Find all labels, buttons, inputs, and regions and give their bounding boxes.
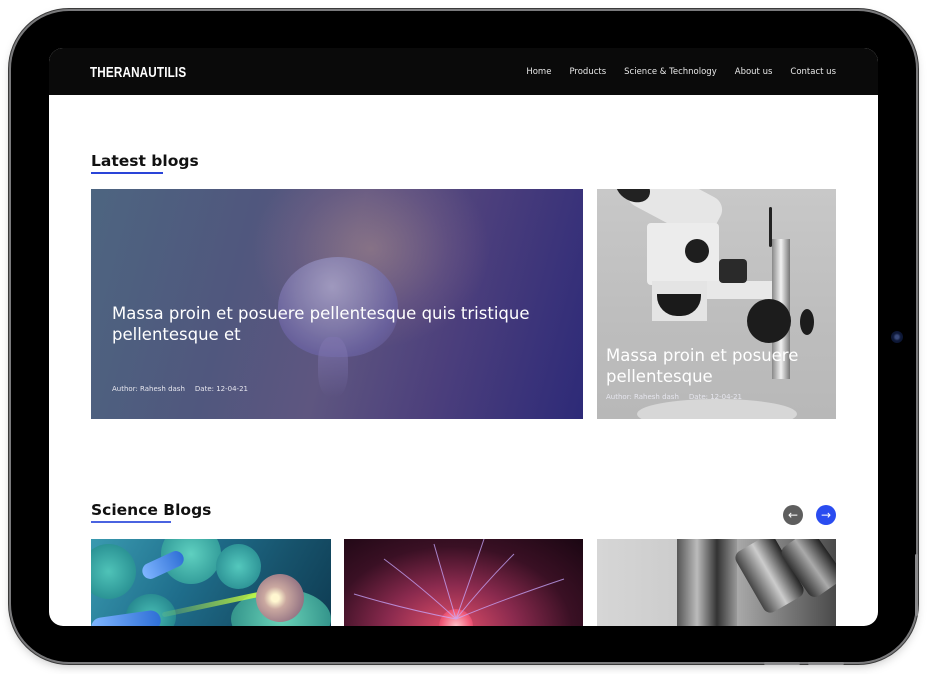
date-label: Date: 12-04-21: [194, 385, 248, 393]
heading-underline: [91, 172, 163, 174]
screen: THERANAUTILIS Home Products Science & Te…: [49, 48, 878, 626]
nav-menu: Home Products Science & Technology About…: [526, 67, 836, 77]
navbar: THERANAUTILIS Home Products Science & Te…: [49, 48, 878, 95]
latest-blogs-title: Latest blogs: [91, 152, 199, 170]
arrow-left-icon: ←: [787, 508, 799, 522]
nav-science-technology[interactable]: Science & Technology: [624, 67, 717, 77]
nav-home[interactable]: Home: [526, 67, 551, 77]
secondary-blog-card[interactable]: Massa proin et posuere pellentesque Auth…: [597, 189, 836, 419]
secondary-blog-meta: Author: Rahesh dash Date: 12-04-21: [606, 393, 742, 401]
author-label: Author: Rahesh dash: [606, 393, 679, 401]
nav-products[interactable]: Products: [569, 67, 606, 77]
volume-button: [808, 662, 844, 665]
nav-contact-us[interactable]: Contact us: [790, 67, 836, 77]
arrow-right-icon: →: [820, 508, 832, 522]
side-button: [915, 554, 918, 616]
featured-blog-card[interactable]: Massa proin et posuere pellentesque quis…: [91, 189, 583, 419]
camera-icon: [891, 331, 903, 343]
author-label: Author: Rahesh dash: [112, 385, 185, 393]
latest-blogs-heading: Latest blogs: [91, 152, 199, 174]
science-blogs-title: Science Blogs: [91, 501, 212, 519]
science-blog-card[interactable]: [597, 539, 836, 626]
featured-blog-meta: Author: Rahesh dash Date: 12-04-21: [112, 385, 248, 393]
featured-blog-title[interactable]: Massa proin et posuere pellentesque quis…: [112, 303, 552, 345]
brand-logo[interactable]: THERANAUTILIS: [90, 64, 186, 81]
heading-underline: [91, 521, 171, 523]
science-blog-card[interactable]: [91, 539, 331, 626]
date-label: Date: 12-04-21: [688, 393, 742, 401]
secondary-blog-title[interactable]: Massa proin et posuere pellentesque: [606, 345, 831, 387]
carousel-next-button[interactable]: →: [816, 505, 836, 525]
nav-about-us[interactable]: About us: [735, 67, 773, 77]
science-blog-card[interactable]: [344, 539, 583, 626]
carousel-prev-button[interactable]: ←: [783, 505, 803, 525]
plasma-filaments: [353, 539, 565, 620]
science-blogs-heading: Science Blogs: [91, 501, 212, 523]
volume-button: [764, 662, 800, 665]
